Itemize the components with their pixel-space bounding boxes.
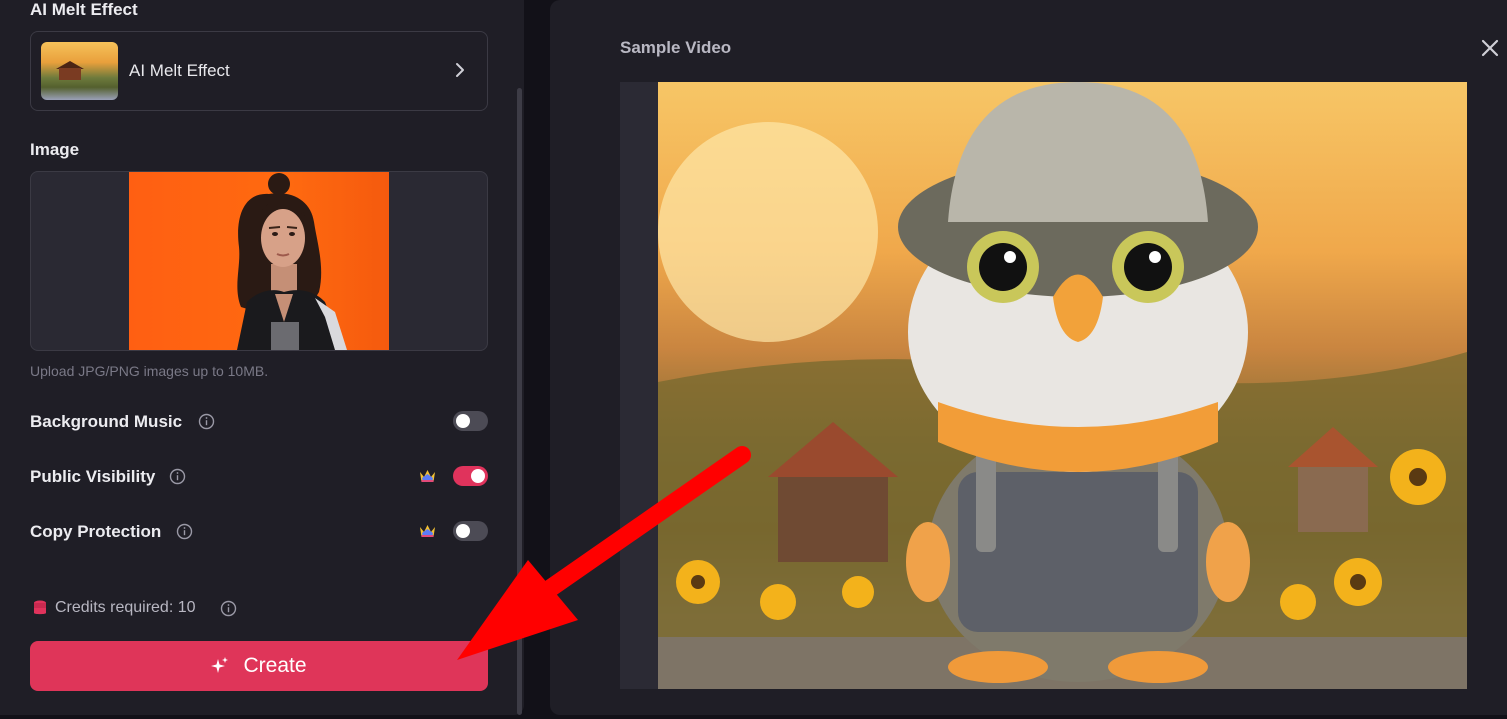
effect-thumbnail <box>41 42 118 100</box>
scrollbar[interactable] <box>517 88 522 715</box>
image-section-title: Image <box>30 140 80 159</box>
image-upload-area[interactable] <box>30 171 488 351</box>
sample-video-panel: Sample Video <box>550 0 1507 715</box>
effect-name: AI Melt Effect <box>129 61 230 80</box>
video-player[interactable] <box>620 82 1467 689</box>
sparkle-icon <box>211 657 229 673</box>
create-button-label: Create <box>243 654 307 677</box>
settings-panel: AI Melt Effect AI Melt Effect Image Uplo… <box>0 0 524 715</box>
credits-required-text: Credits required: 10 <box>55 599 196 616</box>
effect-selector[interactable]: AI Melt Effect <box>30 31 488 111</box>
chevron-right-icon <box>456 63 464 77</box>
info-icon[interactable] <box>169 468 186 485</box>
copy-protection-toggle[interactable] <box>453 521 488 541</box>
public-visibility-label: Public Visibility <box>30 467 156 486</box>
info-icon[interactable] <box>176 523 193 540</box>
info-icon[interactable] <box>198 413 215 430</box>
info-icon[interactable] <box>220 600 237 617</box>
credits-coin-icon <box>34 600 46 615</box>
background-music-toggle[interactable] <box>453 411 488 431</box>
sample-video-title: Sample Video <box>620 38 732 57</box>
public-visibility-toggle[interactable] <box>453 466 488 486</box>
background-music-label: Background Music <box>30 412 183 431</box>
premium-crown-icon <box>420 525 435 537</box>
uploaded-image-preview <box>129 172 389 350</box>
sample-video-frame <box>658 82 1467 689</box>
close-icon[interactable] <box>1480 38 1500 58</box>
effect-section-title: AI Melt Effect <box>30 0 138 19</box>
create-button[interactable]: Create <box>30 641 488 691</box>
premium-crown-icon <box>420 470 435 482</box>
copy-protection-label: Copy Protection <box>30 522 162 541</box>
upload-hint: Upload JPG/PNG images up to 10MB. <box>30 363 269 379</box>
